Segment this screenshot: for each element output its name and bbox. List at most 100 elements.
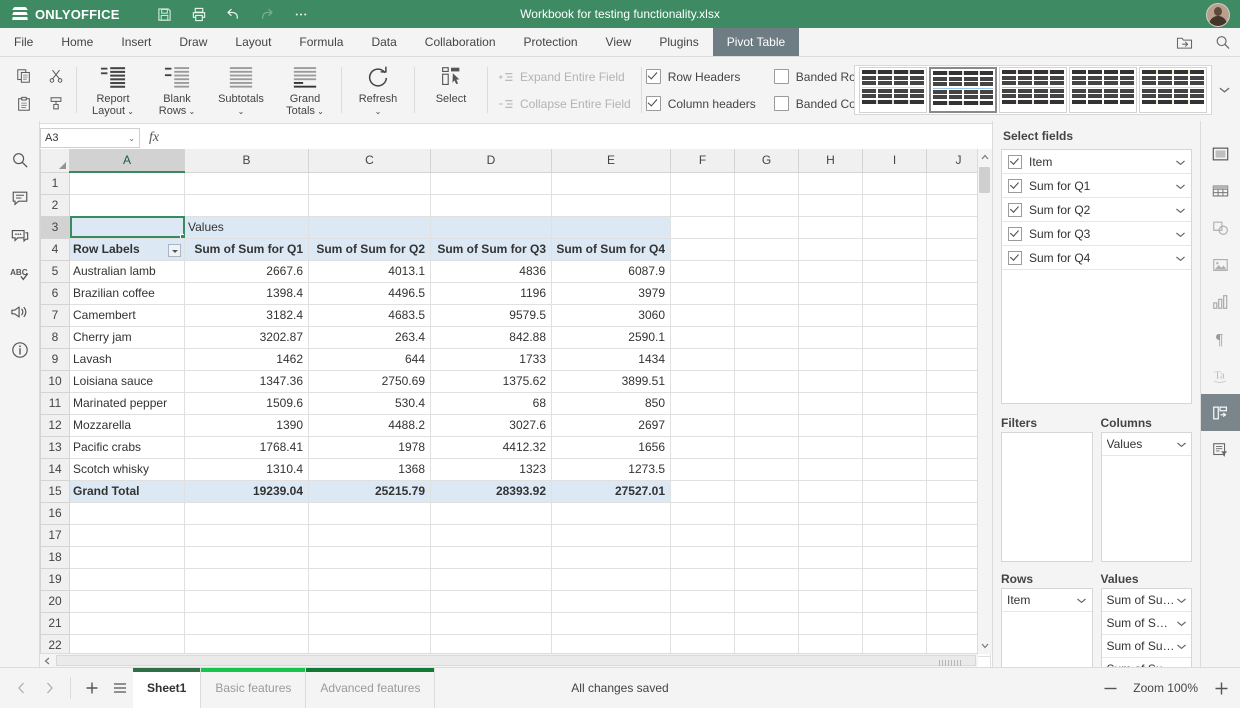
cell-value[interactable]: 1347.36 (185, 370, 309, 392)
cell-item[interactable]: Loisiana sauce (70, 370, 185, 392)
horizontal-scroll-thumb[interactable] (56, 655, 976, 666)
about-icon[interactable] (0, 331, 39, 369)
cell[interactable] (799, 172, 863, 194)
cell[interactable] (863, 282, 927, 304)
column-header-g[interactable]: G (735, 149, 799, 172)
cell[interactable] (671, 238, 735, 260)
cell-value[interactable]: 3060 (552, 304, 671, 326)
tab-data[interactable]: Data (357, 28, 410, 56)
row-header[interactable]: 8 (41, 326, 70, 348)
tab-draw[interactable]: Draw (165, 28, 221, 56)
cell-value[interactable]: 1323 (431, 458, 552, 480)
cell-value[interactable]: 6087.9 (552, 260, 671, 282)
cell[interactable] (799, 370, 863, 392)
cell[interactable] (735, 436, 799, 458)
vertical-scrollbar[interactable] (977, 149, 992, 654)
cell[interactable] (799, 282, 863, 304)
table-settings-icon[interactable] (1201, 172, 1240, 209)
zoom-level-label[interactable]: Zoom 100% (1133, 681, 1198, 695)
value-chip[interactable]: Sum of Su… (1102, 589, 1192, 612)
cell[interactable] (863, 194, 927, 216)
cell-value[interactable]: 3202.87 (185, 326, 309, 348)
cell-item[interactable]: Marinated pepper (70, 392, 185, 414)
cell[interactable] (799, 612, 863, 634)
cell-value[interactable]: 3979 (552, 282, 671, 304)
cell[interactable] (309, 194, 431, 216)
cell[interactable] (431, 172, 552, 194)
row-header[interactable]: 19 (41, 568, 70, 590)
pivot-style-option-2[interactable] (929, 67, 997, 113)
cell-value[interactable]: 263.4 (309, 326, 431, 348)
cell-value[interactable]: 4496.5 (309, 282, 431, 304)
filters-dropzone[interactable] (1001, 432, 1093, 562)
chart-settings-icon[interactable] (1201, 283, 1240, 320)
cell[interactable] (735, 414, 799, 436)
sheet-list-icon[interactable] (107, 675, 133, 701)
row-header[interactable]: 17 (41, 524, 70, 546)
cell-value[interactable]: 19239.04 (185, 480, 309, 502)
cell[interactable] (735, 546, 799, 568)
cell[interactable] (735, 348, 799, 370)
open-file-location-icon[interactable] (1172, 30, 1196, 54)
cell-value[interactable]: 1656 (552, 436, 671, 458)
row-header[interactable]: 5 (41, 260, 70, 282)
cell[interactable] (735, 194, 799, 216)
chat-icon[interactable] (0, 217, 39, 255)
cell[interactable] (185, 612, 309, 634)
tab-home[interactable]: Home (47, 28, 107, 56)
save-icon[interactable] (148, 0, 182, 28)
copy-icon[interactable] (8, 62, 40, 90)
cell[interactable] (863, 414, 927, 436)
pivot-style-option-3[interactable] (999, 67, 1067, 113)
cell[interactable] (863, 568, 927, 590)
name-box[interactable]: A3 ⌄ (40, 128, 140, 148)
scroll-down-button[interactable] (978, 638, 992, 654)
cell[interactable] (671, 546, 735, 568)
cell[interactable] (70, 546, 185, 568)
cell[interactable] (671, 502, 735, 524)
cell[interactable] (799, 436, 863, 458)
tab-formula[interactable]: Formula (285, 28, 357, 56)
chevron-down-icon[interactable] (1175, 179, 1185, 193)
cell[interactable] (185, 194, 309, 216)
pivot-style-option-1[interactable] (859, 67, 927, 113)
cell-settings-icon[interactable] (1201, 135, 1240, 172)
cell[interactable] (552, 172, 671, 194)
chevron-down-icon[interactable] (1175, 251, 1185, 265)
cell-value[interactable]: 1509.6 (185, 392, 309, 414)
cell[interactable] (799, 304, 863, 326)
search-icon[interactable] (0, 141, 39, 179)
cell[interactable] (799, 392, 863, 414)
value-chip[interactable]: Sum of S… (1102, 612, 1192, 635)
cell[interactable] (70, 590, 185, 612)
row-header[interactable]: 9 (41, 348, 70, 370)
cell-item[interactable]: Grand Total (70, 480, 185, 502)
row-header[interactable]: 15 (41, 480, 70, 502)
cell[interactable] (671, 260, 735, 282)
spellcheck-icon[interactable]: ABC (0, 255, 39, 293)
cell[interactable] (799, 260, 863, 282)
tab-protection[interactable]: Protection (510, 28, 592, 56)
vertical-scroll-thumb[interactable] (979, 167, 990, 193)
cell[interactable] (735, 282, 799, 304)
cell-value[interactable]: 1310.4 (185, 458, 309, 480)
cell[interactable] (735, 260, 799, 282)
chevron-down-icon[interactable] (1175, 155, 1185, 169)
cell[interactable] (185, 546, 309, 568)
cell[interactable] (735, 238, 799, 260)
column-header-b[interactable]: B (185, 149, 309, 172)
cell-value[interactable]: 4683.5 (309, 304, 431, 326)
cell[interactable] (735, 524, 799, 546)
cell[interactable] (799, 568, 863, 590)
chevron-down-icon[interactable] (1175, 227, 1185, 241)
cell[interactable] (185, 524, 309, 546)
row-header[interactable]: 12 (41, 414, 70, 436)
cell[interactable] (431, 590, 552, 612)
cell-value[interactable]: 1375.62 (431, 370, 552, 392)
tab-pivot-table[interactable]: Pivot Table (713, 28, 799, 56)
undo-icon[interactable] (216, 0, 250, 28)
pivot-field-item[interactable]: Sum for Q4 (1002, 246, 1191, 270)
cell-value[interactable]: 3182.4 (185, 304, 309, 326)
insert-function-icon[interactable]: fx (140, 130, 168, 146)
pivot-style-option-5[interactable] (1139, 67, 1207, 113)
